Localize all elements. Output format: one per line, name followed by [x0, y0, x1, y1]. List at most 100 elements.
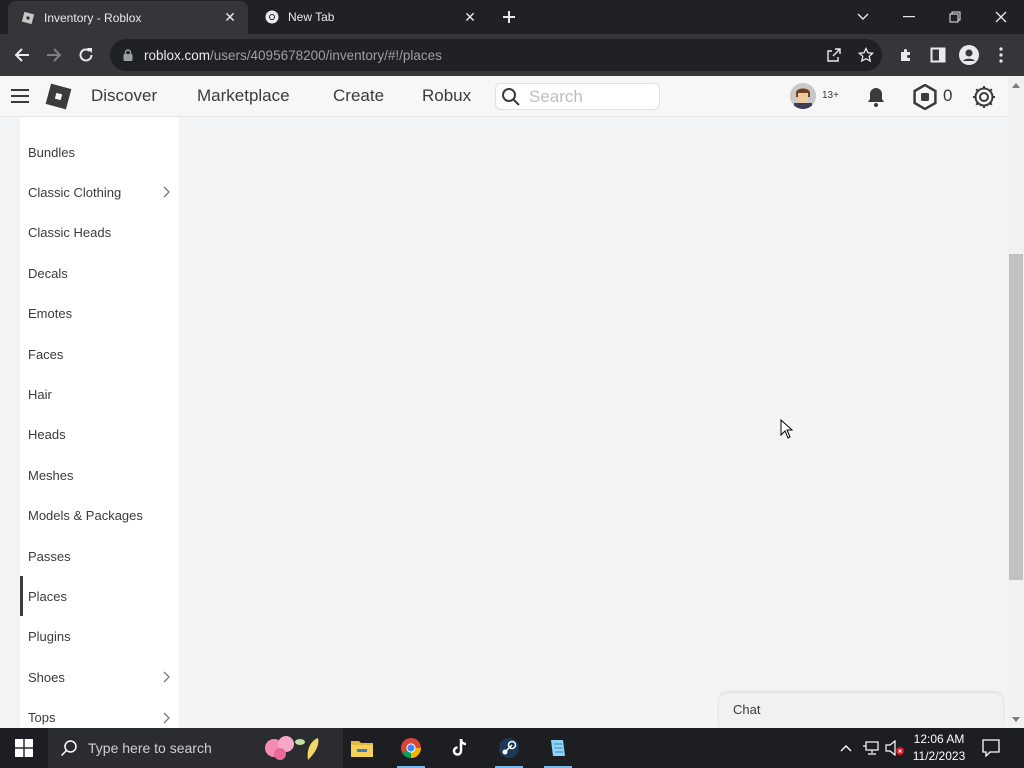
tab-new-tab[interactable]: New Tab ✕	[252, 0, 488, 34]
sidebar-item-label: Plugins	[28, 629, 71, 645]
sidebar-item-plugins[interactable]: Plugins	[20, 617, 179, 657]
scroll-up-arrow-icon[interactable]	[1008, 78, 1024, 92]
bookmark-star-icon[interactable]	[856, 45, 876, 65]
sidebar-item-label: Bundles	[28, 144, 75, 160]
tab-inventory-roblox[interactable]: Inventory - Roblox ✕	[8, 1, 248, 34]
sidebar-item-label: Tops	[28, 710, 56, 726]
sidebar-item-label: Classic Heads	[28, 225, 112, 241]
notifications-bell-icon[interactable]	[863, 84, 889, 110]
sidebar-item-label: Places	[28, 588, 68, 604]
tiktok-icon[interactable]	[436, 728, 484, 768]
extensions-puzzle-icon[interactable]	[892, 41, 920, 69]
robux-icon[interactable]	[912, 84, 938, 110]
roblox-favicon-icon	[20, 10, 36, 26]
search-input[interactable]	[529, 86, 649, 107]
minimize-icon[interactable]	[886, 0, 932, 34]
share-icon[interactable]	[824, 45, 844, 65]
tab-search-chevron-icon[interactable]	[840, 0, 886, 34]
new-tab-button[interactable]	[498, 6, 520, 28]
sidebar-item-label: Passes	[28, 548, 71, 564]
sidebar-item-label: Emotes	[28, 306, 73, 322]
scrollbar-thumb[interactable]	[1009, 254, 1023, 580]
age-badge: 13+	[822, 90, 839, 101]
address-bar[interactable]: roblox.com/users/4095678200/inventory/#!…	[110, 39, 882, 71]
sidebar-item-label: Models & Packages	[28, 508, 143, 524]
steam-icon[interactable]	[485, 728, 533, 768]
close-tab-icon[interactable]: ✕	[460, 7, 480, 27]
sidebar-item-shoes[interactable]: Shoes	[20, 657, 179, 697]
sidebar-item-emotes[interactable]: Emotes	[20, 294, 179, 334]
sidebar-item-classic-clothing[interactable]: Classic Clothing	[20, 172, 179, 212]
reload-icon[interactable]	[72, 41, 100, 69]
chrome-menu-icon[interactable]	[987, 41, 1015, 69]
sidebar-item-bundles[interactable]: Bundles	[20, 132, 179, 172]
sidebar-item-hair[interactable]: Hair	[20, 374, 179, 414]
sidebar-item-label: Hair	[28, 386, 52, 402]
chevron-right-icon[interactable]	[161, 669, 171, 685]
browser-titlebar: Inventory - Roblox ✕ New Tab ✕	[0, 0, 1024, 34]
sidebar-item-label: Decals	[28, 265, 68, 281]
search-icon	[60, 738, 80, 758]
mouse-cursor-icon	[780, 418, 794, 439]
nav-robux[interactable]: Robux	[422, 86, 471, 106]
scroll-down-arrow-icon[interactable]	[1008, 712, 1024, 726]
sidebar-item-label: Classic Clothing	[28, 184, 122, 200]
hamburger-menu-icon[interactable]	[10, 86, 30, 106]
search-box[interactable]	[495, 83, 660, 110]
side-panel-icon[interactable]	[924, 41, 952, 69]
windows-taskbar: Type here to search 12:06 AM 11/2/2023	[0, 728, 1024, 768]
browser-toolbar: roblox.com/users/4095678200/inventory/#!…	[0, 34, 1024, 76]
restore-icon[interactable]	[932, 0, 978, 34]
sidebar-item-meshes[interactable]: Meshes	[20, 455, 179, 495]
sidebar-item-passes[interactable]: Passes	[20, 536, 179, 576]
profile-icon[interactable]	[955, 41, 983, 69]
sidebar-item-label: Faces	[28, 346, 64, 362]
lock-icon[interactable]	[122, 49, 134, 61]
sidebar-item-classic-heads[interactable]: Classic Heads	[20, 213, 179, 253]
sidebar-item-places[interactable]: Places	[20, 576, 179, 617]
notepad-icon[interactable]	[534, 728, 582, 768]
taskbar-clock[interactable]: 12:06 AM 11/2/2023	[904, 731, 974, 765]
volume-muted-icon[interactable]	[885, 738, 905, 758]
tray-overflow-chevron-icon[interactable]	[836, 738, 856, 758]
robux-balance[interactable]: 0	[943, 86, 952, 106]
url-text: roblox.com/users/4095678200/inventory/#!…	[144, 47, 442, 63]
sidebar-item-faces[interactable]: Faces	[20, 334, 179, 374]
clock-time: 12:06 AM	[913, 732, 965, 746]
nav-discover[interactable]: Discover	[91, 86, 157, 106]
chat-bar[interactable]: Chat	[719, 693, 1003, 728]
search-highlight-flowers-icon	[260, 732, 332, 768]
close-tab-icon[interactable]: ✕	[220, 8, 240, 28]
close-window-icon[interactable]	[978, 0, 1024, 34]
forward-arrow-icon[interactable]	[40, 41, 68, 69]
avatar[interactable]	[790, 83, 816, 109]
nav-create[interactable]: Create	[333, 86, 384, 106]
sidebar-item-heads[interactable]: Heads	[20, 415, 179, 455]
inventory-category-sidebar: Bundles Classic Clothing Classic Heads Deca…	[20, 117, 179, 728]
sidebar-item-decals[interactable]: Decals	[20, 253, 179, 293]
chrome-favicon-icon	[264, 9, 280, 25]
sidebar-item-tops[interactable]: Tops	[20, 698, 179, 728]
sidebar-item-models-packages[interactable]: Models & Packages	[20, 496, 179, 536]
sidebar-item-label: Heads	[28, 427, 66, 443]
chrome-icon[interactable]	[387, 728, 435, 768]
sidebar-item-label: Meshes	[28, 467, 74, 483]
roblox-logo-icon[interactable]	[44, 82, 73, 111]
tab-title: Inventory - Roblox	[44, 10, 142, 25]
windows-start-icon[interactable]	[0, 728, 48, 768]
chevron-right-icon[interactable]	[161, 184, 171, 200]
back-arrow-icon[interactable]	[8, 41, 36, 69]
file-explorer-icon[interactable]	[338, 728, 386, 768]
settings-gear-icon[interactable]	[971, 84, 997, 110]
nav-marketplace[interactable]: Marketplace	[197, 86, 290, 106]
tab-title: New Tab	[288, 10, 335, 24]
roblox-header: Discover Marketplace Create Robux 13+ 0	[0, 76, 1008, 117]
taskbar-search-box[interactable]: Type here to search	[48, 728, 343, 768]
network-icon[interactable]	[861, 738, 881, 758]
sidebar-item-label: Shoes	[28, 669, 65, 685]
chevron-right-icon[interactable]	[161, 710, 171, 726]
clock-date: 11/2/2023	[912, 749, 966, 763]
notification-center-icon[interactable]	[981, 738, 1001, 758]
search-icon	[501, 87, 521, 107]
chat-label: Chat	[733, 702, 761, 717]
